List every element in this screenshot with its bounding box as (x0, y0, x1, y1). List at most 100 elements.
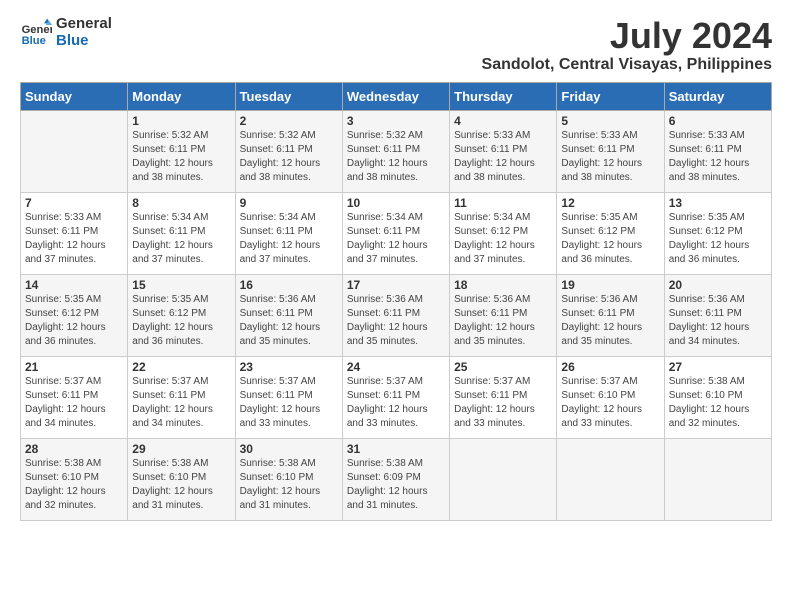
header-monday: Monday (128, 82, 235, 110)
svg-text:General: General (22, 24, 52, 36)
title-area: July 2024 Sandolot, Central Visayas, Phi… (482, 16, 772, 74)
day-info: Sunrise: 5:32 AMSunset: 6:11 PMDaylight:… (347, 129, 445, 185)
day-number: 13 (669, 196, 767, 210)
calendar-cell: 25Sunrise: 5:37 AMSunset: 6:11 PMDayligh… (450, 356, 557, 438)
day-number: 14 (25, 278, 123, 292)
day-info: Sunrise: 5:36 AMSunset: 6:11 PMDaylight:… (561, 293, 659, 349)
day-number: 8 (132, 196, 230, 210)
day-number: 6 (669, 114, 767, 128)
calendar-cell: 17Sunrise: 5:36 AMSunset: 6:11 PMDayligh… (342, 274, 449, 356)
day-number: 25 (454, 360, 552, 374)
calendar-cell: 6Sunrise: 5:33 AMSunset: 6:11 PMDaylight… (664, 110, 771, 192)
header: General Blue General Blue July 2024 Sand… (20, 16, 772, 74)
calendar-cell: 7Sunrise: 5:33 AMSunset: 6:11 PMDaylight… (21, 192, 128, 274)
day-number: 2 (240, 114, 338, 128)
header-saturday: Saturday (664, 82, 771, 110)
calendar-cell: 9Sunrise: 5:34 AMSunset: 6:11 PMDaylight… (235, 192, 342, 274)
calendar-cell: 24Sunrise: 5:37 AMSunset: 6:11 PMDayligh… (342, 356, 449, 438)
calendar-week-1: 1Sunrise: 5:32 AMSunset: 6:11 PMDaylight… (21, 110, 772, 192)
day-info: Sunrise: 5:36 AMSunset: 6:11 PMDaylight:… (669, 293, 767, 349)
day-info: Sunrise: 5:32 AMSunset: 6:11 PMDaylight:… (132, 129, 230, 185)
day-number: 10 (347, 196, 445, 210)
day-info: Sunrise: 5:37 AMSunset: 6:11 PMDaylight:… (347, 375, 445, 431)
calendar-cell: 14Sunrise: 5:35 AMSunset: 6:12 PMDayligh… (21, 274, 128, 356)
calendar-cell (557, 438, 664, 520)
day-number: 11 (454, 196, 552, 210)
calendar-cell: 13Sunrise: 5:35 AMSunset: 6:12 PMDayligh… (664, 192, 771, 274)
day-number: 27 (669, 360, 767, 374)
day-number: 31 (347, 442, 445, 456)
day-number: 21 (25, 360, 123, 374)
logo: General Blue General Blue (20, 16, 112, 49)
calendar-cell: 2Sunrise: 5:32 AMSunset: 6:11 PMDaylight… (235, 110, 342, 192)
calendar-cell: 22Sunrise: 5:37 AMSunset: 6:11 PMDayligh… (128, 356, 235, 438)
day-number: 12 (561, 196, 659, 210)
calendar-cell: 23Sunrise: 5:37 AMSunset: 6:11 PMDayligh… (235, 356, 342, 438)
calendar-cell (450, 438, 557, 520)
logo-icon: General Blue (20, 17, 52, 49)
day-info: Sunrise: 5:38 AMSunset: 6:10 PMDaylight:… (25, 457, 123, 513)
calendar-cell: 12Sunrise: 5:35 AMSunset: 6:12 PMDayligh… (557, 192, 664, 274)
day-number: 4 (454, 114, 552, 128)
day-info: Sunrise: 5:35 AMSunset: 6:12 PMDaylight:… (561, 211, 659, 267)
calendar-cell: 27Sunrise: 5:38 AMSunset: 6:10 PMDayligh… (664, 356, 771, 438)
calendar-cell (21, 110, 128, 192)
day-number: 30 (240, 442, 338, 456)
calendar-week-3: 14 Sunrise: 5:35 AMSunset: 6:12 PMDayligh… (21, 274, 772, 356)
calendar-cell: 31Sunrise: 5:38 AMSunset: 6:09 PMDayligh… (342, 438, 449, 520)
day-number: 26 (561, 360, 659, 374)
day-info: Sunrise: 5:33 AMSunset: 6:11 PMDaylight:… (454, 129, 552, 185)
day-number: 7 (25, 196, 123, 210)
day-number: 19 (561, 278, 659, 292)
logo-blue: Blue (56, 33, 112, 50)
day-info: Sunrise: 5:36 AMSunset: 6:11 PMDaylight:… (240, 293, 338, 349)
calendar-cell: 20Sunrise: 5:36 AMSunset: 6:11 PMDayligh… (664, 274, 771, 356)
day-number: 18 (454, 278, 552, 292)
calendar-table: SundayMondayTuesdayWednesdayThursdayFrid… (20, 82, 772, 521)
day-info: Sunrise: 5:35 AMSunset: 6:12 PMDaylight:… (669, 211, 767, 267)
calendar-cell: 29Sunrise: 5:38 AMSunset: 6:10 PMDayligh… (128, 438, 235, 520)
calendar-week-4: 21Sunrise: 5:37 AMSunset: 6:11 PMDayligh… (21, 356, 772, 438)
day-info: Sunrise: 5:38 AMSunset: 6:10 PMDaylight:… (240, 457, 338, 513)
calendar-cell (664, 438, 771, 520)
header-wednesday: Wednesday (342, 82, 449, 110)
calendar-cell: 11Sunrise: 5:34 AMSunset: 6:12 PMDayligh… (450, 192, 557, 274)
header-friday: Friday (557, 82, 664, 110)
calendar-header-row: SundayMondayTuesdayWednesdayThursdayFrid… (21, 82, 772, 110)
calendar-cell: 26Sunrise: 5:37 AMSunset: 6:10 PMDayligh… (557, 356, 664, 438)
day-number: 22 (132, 360, 230, 374)
calendar-week-2: 7Sunrise: 5:33 AMSunset: 6:11 PMDaylight… (21, 192, 772, 274)
calendar-cell: 15Sunrise: 5:35 AMSunset: 6:12 PMDayligh… (128, 274, 235, 356)
header-tuesday: Tuesday (235, 82, 342, 110)
day-info: Sunrise: 5:34 AMSunset: 6:11 PMDaylight:… (132, 211, 230, 267)
day-info: Sunrise: 5:37 AMSunset: 6:11 PMDaylight:… (240, 375, 338, 431)
day-number: 23 (240, 360, 338, 374)
day-number: 16 (240, 278, 338, 292)
header-thursday: Thursday (450, 82, 557, 110)
calendar-cell: 8Sunrise: 5:34 AMSunset: 6:11 PMDaylight… (128, 192, 235, 274)
logo-general: General (56, 16, 112, 33)
day-number: 15 (132, 278, 230, 292)
calendar-cell: 10Sunrise: 5:34 AMSunset: 6:11 PMDayligh… (342, 192, 449, 274)
day-info: Sunrise: 5:35 AMSunset: 6:12 PMDaylight:… (132, 293, 230, 349)
day-info: Sunrise: 5:38 AMSunset: 6:10 PMDaylight:… (669, 375, 767, 431)
day-info: Sunrise: 5:33 AMSunset: 6:11 PMDaylight:… (669, 129, 767, 185)
calendar-cell: 5Sunrise: 5:33 AMSunset: 6:11 PMDaylight… (557, 110, 664, 192)
day-info: Sunrise: 5:36 AMSunset: 6:11 PMDaylight:… (454, 293, 552, 349)
day-info: Sunrise: 5:37 AMSunset: 6:10 PMDaylight:… (561, 375, 659, 431)
day-number: 1 (132, 114, 230, 128)
day-info: Sunrise: 5:34 AMSunset: 6:12 PMDaylight:… (454, 211, 552, 267)
header-sunday: Sunday (21, 82, 128, 110)
day-info: Sunrise: 5:37 AMSunset: 6:11 PMDaylight:… (132, 375, 230, 431)
day-number: 28 (25, 442, 123, 456)
svg-text:Blue: Blue (22, 35, 46, 47)
calendar-cell: 16Sunrise: 5:36 AMSunset: 6:11 PMDayligh… (235, 274, 342, 356)
day-info: Sunrise: 5:36 AMSunset: 6:11 PMDaylight:… (347, 293, 445, 349)
calendar-cell: 4Sunrise: 5:33 AMSunset: 6:11 PMDaylight… (450, 110, 557, 192)
calendar-cell: 19Sunrise: 5:36 AMSunset: 6:11 PMDayligh… (557, 274, 664, 356)
calendar-cell: 3Sunrise: 5:32 AMSunset: 6:11 PMDaylight… (342, 110, 449, 192)
day-number: 20 (669, 278, 767, 292)
day-number: 24 (347, 360, 445, 374)
calendar-cell: 18Sunrise: 5:36 AMSunset: 6:11 PMDayligh… (450, 274, 557, 356)
day-info: Sunrise: 5:37 AMSunset: 6:11 PMDaylight:… (25, 375, 123, 431)
